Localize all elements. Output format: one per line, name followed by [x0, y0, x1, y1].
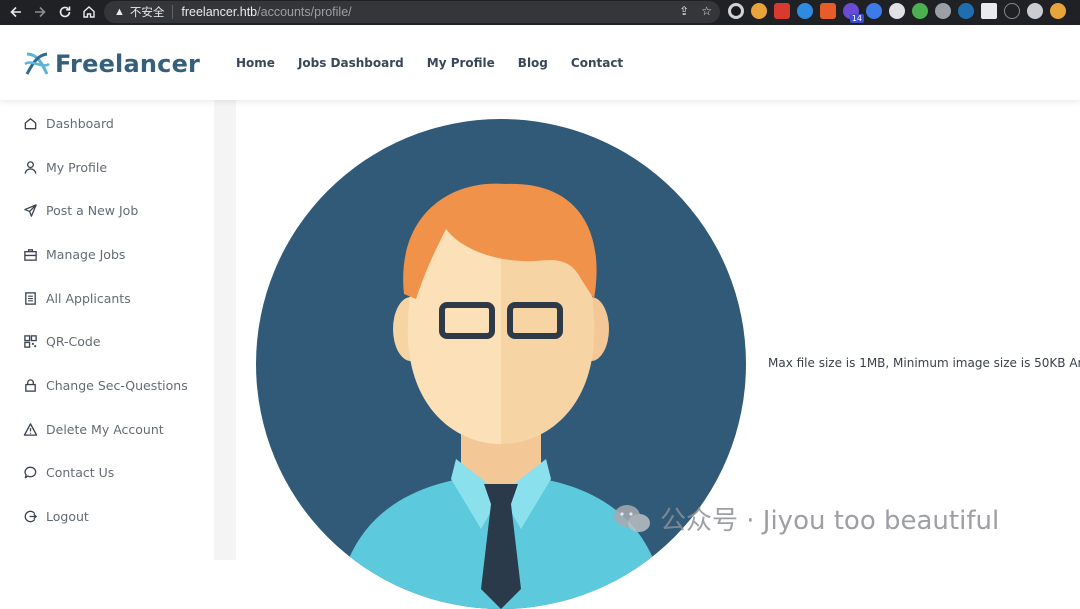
browser-toolbar: ▲ 不安全 freelancer.htb/accounts/profile/ ⇪… — [0, 0, 1080, 25]
extension-icon[interactable] — [797, 3, 813, 19]
sidebar-item-all-applicants[interactable]: All Applicants — [22, 288, 131, 308]
extension-icon[interactable] — [1004, 3, 1020, 19]
sidebar-item-label: Manage Jobs — [46, 246, 126, 262]
sidebar-item-change-sec-questions[interactable]: Change Sec-Questions — [22, 375, 188, 395]
sidebar-item-contact-us[interactable]: Contact Us — [22, 462, 114, 482]
sidebar-item-manage-jobs[interactable]: Manage Jobs — [22, 244, 125, 264]
divider — [172, 5, 174, 19]
extension-icon[interactable] — [820, 3, 836, 19]
extension-icon[interactable] — [958, 3, 974, 19]
extension-icon[interactable] — [889, 3, 905, 19]
watermark-text: 公众号 · Jiyou too beautiful — [660, 506, 1000, 536]
main-nav: Home Jobs Dashboard My Profile Blog Cont… — [236, 56, 623, 70]
address-bar[interactable]: ▲ 不安全 freelancer.htb/accounts/profile/ ⇪… — [104, 1, 720, 23]
warning-icon — [22, 421, 38, 437]
nav-jobs-dashboard[interactable]: Jobs Dashboard — [298, 56, 404, 70]
logout-icon — [22, 508, 38, 524]
user-icon — [22, 159, 38, 175]
sidebar-item-post-job[interactable]: Post a New Job — [22, 200, 138, 220]
extension-icon[interactable] — [728, 3, 744, 19]
brand-name: Freelancer — [55, 50, 201, 78]
sidebar-item-label: QR-Code — [46, 333, 101, 349]
share-icon[interactable]: ⇪ — [679, 4, 689, 18]
extension-icon[interactable] — [751, 3, 767, 19]
extension-icon[interactable] — [866, 3, 882, 19]
watermark: 公众号 · Jiyou too beautiful — [612, 500, 999, 537]
warning-icon: ▲ — [114, 6, 125, 18]
send-icon — [22, 202, 38, 218]
security-label: 不安全 — [129, 7, 165, 19]
lock-icon — [22, 377, 38, 393]
brand-logo-icon — [24, 52, 50, 75]
forward-icon[interactable] — [29, 1, 51, 23]
sidebar-item-dashboard[interactable]: Dashboard — [22, 113, 114, 133]
sidebar-item-my-profile[interactable]: My Profile — [22, 157, 107, 177]
sidebar-item-label: Change Sec-Questions — [46, 377, 188, 393]
nav-contact[interactable]: Contact — [571, 56, 623, 70]
upload-hint-text: Max file size is 1MB, Minimum image size… — [768, 356, 1080, 370]
home-icon[interactable] — [78, 1, 100, 23]
sidebar-item-label: My Profile — [46, 159, 108, 175]
site-header: Freelancer Home Jobs Dashboard My Profil… — [0, 25, 1080, 100]
sidebar-item-logout[interactable]: Logout — [22, 506, 89, 526]
chat-icon — [22, 464, 38, 480]
qr-code-icon — [22, 333, 38, 349]
briefcase-icon — [22, 246, 38, 262]
extension-badge: 14 — [849, 14, 864, 23]
sidebar-item-delete-account[interactable]: Delete My Account — [22, 419, 164, 439]
extension-icon[interactable] — [935, 3, 951, 19]
extension-icon[interactable] — [1050, 3, 1066, 19]
sidebar-item-label: Dashboard — [46, 115, 114, 131]
nav-blog[interactable]: Blog — [518, 56, 548, 70]
back-icon[interactable] — [5, 1, 27, 23]
extension-icon[interactable]: 14 — [843, 3, 864, 23]
extension-icon[interactable] — [912, 3, 928, 19]
bookmark-star-icon[interactable]: ☆ — [701, 4, 712, 18]
reload-icon[interactable] — [54, 1, 76, 23]
extension-icon[interactable] — [981, 3, 997, 19]
url-host: freelancer.htb — [181, 5, 258, 19]
document-icon — [22, 290, 38, 306]
extensions-bar: 14 — [728, 3, 1066, 23]
nav-my-profile[interactable]: My Profile — [427, 56, 495, 70]
url-path: /accounts/profile/ — [257, 5, 352, 19]
sidebar-item-label: All Applicants — [46, 290, 131, 306]
nav-home[interactable]: Home — [236, 56, 275, 70]
extension-icon[interactable] — [774, 3, 790, 19]
sidebar-item-label: Logout — [46, 508, 89, 524]
wechat-icon — [614, 504, 650, 532]
sidebar-item-label: Contact Us — [46, 464, 115, 480]
brand-logo[interactable]: Freelancer — [22, 49, 200, 79]
home-icon — [22, 115, 38, 131]
sidebar-item-label: Delete My Account — [46, 421, 164, 437]
sidebar: Dashboard My Profile Post a New Job Mana… — [0, 100, 214, 560]
sidebar-item-qr-code[interactable]: QR-Code — [22, 331, 101, 351]
sidebar-item-label: Post a New Job — [46, 202, 139, 218]
extension-icon[interactable] — [1027, 3, 1043, 19]
